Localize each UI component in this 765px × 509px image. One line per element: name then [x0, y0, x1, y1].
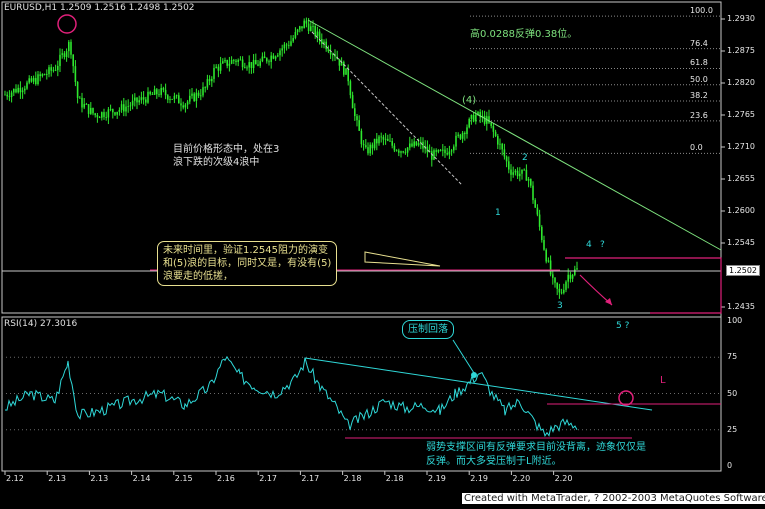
- callout-line-1: 未来时间里，验证1.2545阻力的演变: [163, 245, 328, 256]
- price-tick-1: 1.2875: [727, 46, 755, 55]
- price-tick-3: 1.2765: [727, 110, 755, 119]
- annotation-left-line-1: 目前价格形态中，处在3: [173, 144, 280, 155]
- time-tick-4: 2.15: [174, 474, 193, 483]
- time-tick-9: 2.18: [385, 474, 404, 483]
- price-panel-frame: [1, 1, 722, 314]
- target-box: [565, 257, 722, 314]
- rsi-marker-label: L: [660, 375, 666, 386]
- time-tick-6: 2.17: [259, 474, 277, 483]
- price-tick-4: 1.2710: [727, 142, 755, 151]
- time-tick-13: 2.20: [554, 474, 573, 483]
- rsi-tick-4: 0: [727, 461, 733, 470]
- fib-label-2: 61.8: [690, 58, 708, 68]
- footer-credit: Created with MetaTrader, ? 2002-2003 Met…: [462, 493, 765, 504]
- price-tick-6: 1.2600: [727, 206, 755, 215]
- time-tick-11: 2.19: [470, 474, 488, 483]
- wave-label-4: 4: [586, 240, 592, 250]
- time-tick-0: 2.12: [6, 474, 24, 483]
- wave-label-4-major: (4): [462, 95, 477, 106]
- price-tick-7: 1.2545: [727, 238, 755, 247]
- rsi-callout: 压制回落: [402, 320, 454, 339]
- time-tick-12: 2.20: [512, 474, 531, 483]
- annotation-left: 目前价格形态中，处在3 浪下跌的次级4浪中: [173, 143, 279, 169]
- price-tick-5: 1.2655: [727, 174, 755, 183]
- forecast-callout: 未来时间里，验证1.2545阻力的演变 和(5)浪的目标，同时又是，有没有(5)…: [157, 241, 338, 286]
- wave-label-question: ?: [600, 240, 605, 250]
- time-tick-1: 2.13: [48, 474, 66, 483]
- fib-label-1: 76.4: [690, 38, 708, 48]
- fib-label-3: 50.0: [690, 74, 708, 84]
- rsi-tick-0: 100: [727, 316, 743, 325]
- rsi-callout-pointer: [452, 339, 475, 374]
- wave-label-2: 2: [522, 153, 528, 163]
- time-tick-10: 2.19: [428, 474, 446, 483]
- time-tick-8: 2.18: [343, 474, 362, 483]
- callout-line-2: 和(5)浪的目标，同时又是，有没有(5): [163, 258, 332, 269]
- rsi-grid: [2, 356, 721, 431]
- price-chart[interactable]: [0, 0, 765, 509]
- annotation-top: 高0.0288反弹0.38位。: [470, 29, 578, 40]
- fib-label-4: 38.2: [690, 91, 708, 101]
- rsi-title: RSI(14) 27.3016: [4, 319, 78, 329]
- metatrader-window: EURUSD,H1 1.2509 1.2516 1.2498 1.2502 1.…: [0, 0, 765, 509]
- price-tick-2: 1.2820: [727, 78, 755, 87]
- rsi-annotation-line-2: 反弹。而大多受压制于L附近。: [426, 456, 562, 467]
- fib-label-6: 0.0: [690, 143, 703, 153]
- fib-label-5: 23.6: [690, 110, 708, 120]
- logo-circle: [57, 14, 77, 34]
- rsi-line: [4, 355, 578, 437]
- time-tick-3: 2.14: [132, 474, 151, 483]
- rsi-annotation-line-1: 弱势支撑区间有反弹要求目前没背离，迹象仅仅是: [426, 442, 646, 453]
- callout-pointer: [364, 251, 441, 267]
- rsi-trendline: [304, 357, 653, 411]
- dashed-trendline: [311, 31, 463, 186]
- wave-label-3: 3: [557, 301, 563, 311]
- symbol-info: EURUSD,H1 1.2509 1.2516 1.2498 1.2502: [4, 3, 195, 13]
- fib-label-0: 100.0: [690, 6, 713, 16]
- price-tick-8: 1.2435: [727, 302, 755, 311]
- wave-label-5: 5 ?: [616, 321, 630, 331]
- rsi-tick-3: 25: [727, 424, 738, 434]
- rsi-tick-1: 75: [727, 352, 738, 362]
- wave-label-1: 1: [495, 208, 501, 218]
- time-tick-2: 2.13: [90, 474, 109, 483]
- callout-line-3: 浪要走的低搓，: [163, 271, 233, 282]
- rsi-annotation: 弱势支撑区间有反弹要求目前没背离，迹象仅仅是 反弹。而大多受压制于L附近。: [426, 441, 646, 469]
- rsi-tick-2: 50: [727, 388, 738, 398]
- annotation-left-line-2: 浪下跌的次级4浪中: [173, 157, 260, 168]
- current-price-box: 1.2502: [726, 265, 760, 276]
- resistance-trendline: [307, 19, 722, 251]
- time-tick-5: 2.16: [217, 474, 235, 483]
- time-tick-7: 2.17: [301, 474, 320, 483]
- price-tick-0: 1.2930: [727, 14, 755, 23]
